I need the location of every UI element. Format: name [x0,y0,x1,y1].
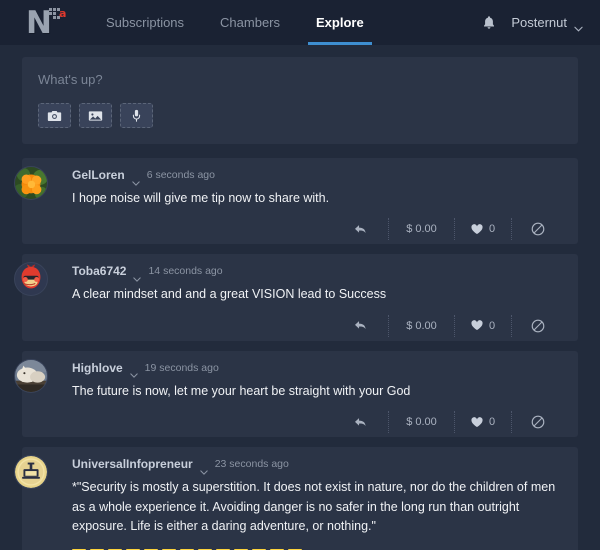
post-timestamp: 14 seconds ago [148,265,223,278]
main-content: What's up? GelLoren 6 seconds ago I hope… [0,45,600,550]
post-item: Toba6742 14 seconds ago A clear mindset … [14,254,578,341]
image-icon [88,110,103,122]
post-header: Highlove 19 seconds ago [72,361,564,379]
like-count: 0 [488,223,496,236]
post-text: *"Security is mostly a superstition. It … [72,480,556,533]
block-circle-icon [531,319,545,333]
block-circle-icon [531,222,545,236]
gold-badge-avatar[interactable] [14,455,48,490]
app-logo[interactable]: N a [26,6,72,40]
like-button[interactable]: 0 [455,411,512,434]
like-button[interactable]: 0 [455,218,512,241]
chevron-down-icon[interactable] [133,269,142,282]
red-character-avatar[interactable] [14,262,48,297]
camera-button[interactable] [38,103,71,128]
post-item: UniversalInfopreneur 23 seconds ago *"Se… [14,447,578,550]
chevron-down-icon [574,20,583,32]
tip-button[interactable]: $ 0.00 [389,411,455,434]
orange-flower-avatar[interactable] [14,166,48,200]
reply-arrow-icon [354,417,367,428]
chevron-down-icon[interactable] [131,173,140,186]
reply-button[interactable] [332,314,389,337]
main-nav: Subscriptions Chambers Explore [88,0,382,45]
microphone-button[interactable] [120,103,153,128]
tip-button[interactable]: $ 0.00 [389,218,455,241]
heart-icon [471,416,483,428]
heart-icon [471,320,483,331]
post-timestamp: 23 seconds ago [214,458,289,471]
nav-item-subscriptions[interactable]: Subscriptions [88,0,202,45]
animal-photo-avatar[interactable] [14,358,48,393]
like-count: 0 [488,416,496,429]
post-actions: $ 0.00 0 [72,214,564,244]
post-author[interactable]: Toba6742 [72,264,126,278]
post-item: Highlove 19 seconds ago The future is no… [14,350,578,438]
nav-item-chambers[interactable]: Chambers [202,0,298,45]
post-header: UniversalInfopreneur 23 seconds ago [72,457,564,475]
microphone-icon [131,109,142,122]
compose-actions [38,103,562,128]
post-item: GelLoren 6 seconds ago I hope noise will… [14,158,578,245]
tip-amount: $ 0.00 [406,223,437,236]
post-text: I hope noise will give me tip now to sha… [72,191,330,205]
post-timestamp: 6 seconds ago [146,169,215,181]
post-author[interactable]: UniversalInfopreneur [72,457,193,471]
reply-arrow-icon [354,320,367,331]
bell-icon[interactable] [481,15,497,31]
reply-button[interactable] [332,411,389,434]
user-name: Posternut [511,15,567,30]
logo-letter: N [26,4,52,41]
post-header: Toba6742 14 seconds ago [72,264,564,282]
tip-amount: $ 0.00 [406,319,437,332]
reply-button[interactable] [332,218,389,241]
tip-amount: $ 0.00 [406,416,437,429]
post-author[interactable]: Highlove [72,361,123,375]
post-actions: $ 0.00 0 [72,407,564,437]
like-button[interactable]: 0 [455,314,512,337]
image-button[interactable] [79,103,112,128]
camera-icon [47,110,62,122]
chevron-down-icon[interactable] [129,365,138,379]
post-text: A clear mindset and and a great VISION l… [72,287,387,302]
user-menu[interactable]: Posternut [511,15,583,32]
compose-input[interactable]: What's up? [38,72,562,87]
post-actions: $ 0.00 0 [72,311,564,341]
tip-button[interactable]: $ 0.00 [389,314,455,337]
post-timestamp: 19 seconds ago [144,361,219,374]
block-circle-icon [531,415,545,429]
post-header: GelLoren 6 seconds ago [72,168,564,186]
post-author[interactable]: GelLoren [72,168,125,182]
reply-arrow-icon [354,224,367,235]
app-header: N a Subscriptions Chambers Explore Poste… [0,0,600,45]
nav-item-explore[interactable]: Explore [298,0,382,45]
header-right: Posternut [481,15,583,32]
block-button[interactable] [512,218,564,240]
block-button[interactable] [512,315,564,337]
heart-icon [471,224,483,235]
post-text: The future is now, let me your heart be … [72,383,411,398]
chevron-down-icon[interactable] [199,462,208,475]
compose-box[interactable]: What's up? [22,57,578,144]
block-button[interactable] [512,411,564,433]
like-count: 0 [488,319,496,332]
logo-accent: a [59,6,67,20]
